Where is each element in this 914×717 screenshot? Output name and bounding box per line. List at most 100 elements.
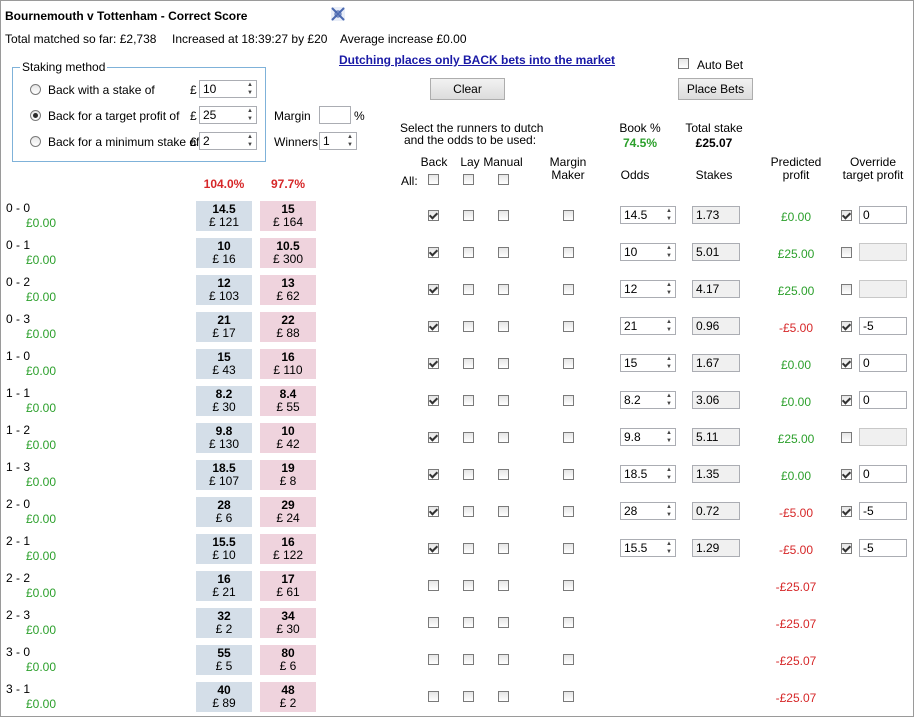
stake-spinner[interactable]: 10 ▲ ▼ [199, 80, 257, 98]
override-checkbox[interactable] [841, 247, 852, 258]
back-price-cell[interactable]: 8.2 £ 30 [196, 386, 252, 416]
odds-spinner[interactable]: 8.2 ▲ ▼ [620, 391, 676, 409]
lay-price-cell[interactable]: 22 £ 88 [260, 312, 316, 342]
margin-input[interactable] [319, 106, 351, 124]
lay-price-cell[interactable]: 29 £ 24 [260, 497, 316, 527]
lay-price-cell[interactable]: 10 £ 42 [260, 423, 316, 453]
odds-spinner[interactable]: 15 ▲ ▼ [620, 354, 676, 372]
back-checkbox[interactable] [428, 247, 439, 258]
lay-checkbox[interactable] [463, 617, 474, 628]
manual-checkbox[interactable] [498, 432, 509, 443]
margin-maker-checkbox[interactable] [563, 580, 574, 591]
back-price-cell[interactable]: 32 £ 2 [196, 608, 252, 638]
lay-price-cell[interactable]: 15 £ 164 [260, 201, 316, 231]
back-checkbox[interactable] [428, 358, 439, 369]
back-price-cell[interactable]: 55 £ 5 [196, 645, 252, 675]
override-profit-input[interactable] [859, 280, 907, 298]
override-checkbox[interactable] [841, 432, 852, 443]
odds-spinner[interactable]: 21 ▲ ▼ [620, 317, 676, 335]
manual-checkbox[interactable] [498, 580, 509, 591]
lay-checkbox[interactable] [463, 395, 474, 406]
lay-price-cell[interactable]: 80 £ 6 [260, 645, 316, 675]
all-back-checkbox[interactable] [428, 174, 439, 185]
lay-price-cell[interactable]: 19 £ 8 [260, 460, 316, 490]
auto-bet-checkbox[interactable] [678, 58, 689, 69]
back-price-cell[interactable]: 14.5 £ 121 [196, 201, 252, 231]
lay-checkbox[interactable] [463, 284, 474, 295]
margin-maker-checkbox[interactable] [563, 691, 574, 702]
back-checkbox[interactable] [428, 543, 439, 554]
override-checkbox[interactable] [841, 358, 852, 369]
odds-spinner[interactable]: 18.5 ▲ ▼ [620, 465, 676, 483]
back-checkbox[interactable] [428, 654, 439, 665]
all-lay-checkbox[interactable] [463, 174, 474, 185]
margin-maker-checkbox[interactable] [563, 432, 574, 443]
odds-spinner[interactable]: 15.5 ▲ ▼ [620, 539, 676, 557]
manual-checkbox[interactable] [498, 691, 509, 702]
manual-checkbox[interactable] [498, 358, 509, 369]
lay-price-cell[interactable]: 8.4 £ 55 [260, 386, 316, 416]
manual-checkbox[interactable] [498, 210, 509, 221]
back-price-cell[interactable]: 18.5 £ 107 [196, 460, 252, 490]
lay-checkbox[interactable] [463, 469, 474, 480]
lay-price-cell[interactable]: 16 £ 110 [260, 349, 316, 379]
margin-maker-checkbox[interactable] [563, 395, 574, 406]
lay-checkbox[interactable] [463, 506, 474, 517]
back-price-cell[interactable]: 15.5 £ 10 [196, 534, 252, 564]
lay-checkbox[interactable] [463, 210, 474, 221]
manual-checkbox[interactable] [498, 469, 509, 480]
manual-checkbox[interactable] [498, 654, 509, 665]
manual-checkbox[interactable] [498, 543, 509, 554]
override-profit-input[interactable] [859, 243, 907, 261]
back-price-cell[interactable]: 10 £ 16 [196, 238, 252, 268]
lay-price-cell[interactable]: 10.5 £ 300 [260, 238, 316, 268]
manual-checkbox[interactable] [498, 395, 509, 406]
back-price-cell[interactable]: 21 £ 17 [196, 312, 252, 342]
odds-spinner[interactable]: 14.5 ▲ ▼ [620, 206, 676, 224]
manual-checkbox[interactable] [498, 617, 509, 628]
back-checkbox[interactable] [428, 506, 439, 517]
odds-spinner[interactable]: 28 ▲ ▼ [620, 502, 676, 520]
override-profit-input[interactable]: -5 [859, 502, 907, 520]
override-profit-input[interactable]: 0 [859, 354, 907, 372]
back-checkbox[interactable] [428, 469, 439, 480]
lay-checkbox[interactable] [463, 247, 474, 258]
back-price-cell[interactable]: 9.8 £ 130 [196, 423, 252, 453]
override-checkbox[interactable] [841, 543, 852, 554]
margin-maker-checkbox[interactable] [563, 321, 574, 332]
back-checkbox[interactable] [428, 432, 439, 443]
back-price-cell[interactable]: 15 £ 43 [196, 349, 252, 379]
margin-maker-checkbox[interactable] [563, 210, 574, 221]
lay-price-cell[interactable]: 48 £ 2 [260, 682, 316, 712]
back-price-cell[interactable]: 28 £ 6 [196, 497, 252, 527]
margin-maker-checkbox[interactable] [563, 284, 574, 295]
odds-spinner[interactable]: 10 ▲ ▼ [620, 243, 676, 261]
back-checkbox[interactable] [428, 617, 439, 628]
lay-checkbox[interactable] [463, 654, 474, 665]
stake-option-radio[interactable] [30, 84, 41, 95]
winners-spinner[interactable]: 1 ▲ ▼ [319, 132, 357, 150]
back-price-cell[interactable]: 16 £ 21 [196, 571, 252, 601]
lay-checkbox[interactable] [463, 691, 474, 702]
margin-maker-checkbox[interactable] [563, 506, 574, 517]
minimum-stake-spinner[interactable]: 2 ▲ ▼ [199, 132, 257, 150]
target-profit-radio[interactable] [30, 110, 41, 121]
override-profit-input[interactable]: 0 [859, 206, 907, 224]
lay-price-cell[interactable]: 17 £ 61 [260, 571, 316, 601]
lay-checkbox[interactable] [463, 321, 474, 332]
margin-maker-checkbox[interactable] [563, 469, 574, 480]
margin-maker-checkbox[interactable] [563, 358, 574, 369]
manual-checkbox[interactable] [498, 506, 509, 517]
override-profit-input[interactable]: 0 [859, 465, 907, 483]
place-bets-button[interactable]: Place Bets [678, 78, 753, 100]
back-checkbox[interactable] [428, 395, 439, 406]
odds-spinner[interactable]: 9.8 ▲ ▼ [620, 428, 676, 446]
margin-maker-checkbox[interactable] [563, 617, 574, 628]
override-profit-input[interactable]: 0 [859, 391, 907, 409]
clear-button[interactable]: Clear [430, 78, 505, 100]
override-checkbox[interactable] [841, 321, 852, 332]
override-checkbox[interactable] [841, 210, 852, 221]
back-checkbox[interactable] [428, 210, 439, 221]
override-profit-input[interactable]: -5 [859, 539, 907, 557]
manual-checkbox[interactable] [498, 321, 509, 332]
